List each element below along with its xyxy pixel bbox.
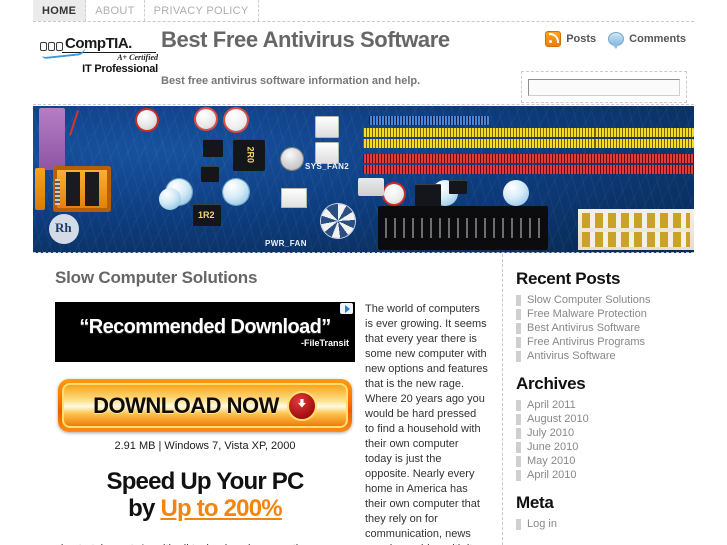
advertisement-block: “Recommended Download” -FileTransit DOWN…	[55, 302, 355, 522]
sidebar-link: Slow Computer Solutions	[527, 294, 651, 306]
sidebar-link: Free Malware Protection	[527, 308, 647, 320]
download-button-inner: DOWNLOAD NOW	[62, 383, 348, 428]
download-now-button[interactable]: DOWNLOAD NOW	[58, 379, 352, 432]
list-item[interactable]: Free Antivirus Programs	[516, 335, 694, 349]
sidebar-link: April 2011	[527, 399, 576, 411]
search-input[interactable]	[528, 78, 680, 96]
page-root: HOME ABOUT PRIVACY POLICY CompTIA. A+ Ce…	[0, 0, 727, 545]
list-item[interactable]: April 2011	[516, 398, 694, 412]
nav-item-home[interactable]: HOME	[33, 0, 87, 21]
bullet-square-icon	[516, 322, 521, 334]
list-item[interactable]: July 2010	[516, 426, 694, 440]
list-item[interactable]: Free Malware Protection	[516, 307, 694, 321]
bullet-square-icon	[516, 427, 521, 439]
bullet-square-icon	[516, 441, 521, 453]
comments-feed-link[interactable]: Comments	[608, 32, 686, 49]
site-tagline: Best free antivirus software information…	[161, 75, 421, 87]
posts-feed-link[interactable]: Posts	[545, 31, 596, 47]
sidebar-link: August 2010	[527, 413, 589, 425]
bullet-square-icon	[516, 399, 521, 411]
sidebar-link: May 2010	[527, 455, 576, 467]
speed-ad-line-1: Speed Up Your PC	[106, 468, 304, 495]
sidebar-link: June 2010	[527, 441, 579, 453]
post-title[interactable]: Slow Computer Solutions	[55, 268, 490, 288]
sidebar-link: Log in	[527, 518, 557, 530]
header-banner-image: 2R0 1R2 SYS_FAN2 PWR_FAN Rh	[33, 106, 694, 253]
bullet-square-icon	[516, 518, 521, 530]
nav-item-about[interactable]: ABOUT	[86, 0, 145, 21]
nav-item-privacy-policy[interactable]: PRIVACY POLICY	[145, 0, 259, 21]
list-item[interactable]: Antivirus Software	[516, 349, 694, 363]
rss-icon	[545, 31, 562, 47]
bullet-square-icon	[516, 308, 521, 320]
list-item[interactable]: June 2010	[516, 440, 694, 454]
comptia-logo: CompTIA. A+ Certified IT Professional	[40, 36, 158, 75]
site-header: CompTIA. A+ Certified IT Professional Be…	[33, 22, 694, 105]
sidebar-heading-meta: Meta	[516, 493, 554, 512]
sidebar-heading-recent-posts: Recent Posts	[516, 269, 621, 288]
sidebar-link: July 2010	[527, 427, 575, 439]
bullet-square-icon	[516, 455, 521, 467]
speed-ad-highlight: Up to 200%	[160, 495, 282, 522]
main-navigation: HOME ABOUT PRIVACY POLICY	[33, 0, 694, 22]
bullet-square-icon	[516, 350, 521, 362]
list-item[interactable]: Slow Computer Solutions	[516, 293, 694, 307]
speed-ad-prefix: by	[128, 495, 161, 522]
ad-banner[interactable]: “Recommended Download” -FileTransit	[55, 302, 355, 362]
speed-ad-line-2: by Up to 200%	[55, 495, 355, 522]
bullet-square-icon	[516, 294, 521, 306]
post-body: “Recommended Download” -FileTransit DOWN…	[45, 302, 490, 545]
sidebar-link: April 2010	[527, 469, 577, 481]
main-content: Slow Computer Solutions “Recommended Dow…	[33, 254, 503, 545]
download-meta-text: 2.91 MB | Windows 7, Vista XP, 2000	[114, 440, 296, 452]
sidebar-list-meta: Log in	[516, 517, 694, 531]
sidebar-list-archives: April 2011 August 2010 July 2010 June 20…	[516, 398, 694, 482]
comptia-logo-wordmark: CompTIA.	[40, 36, 158, 60]
adchoices-icon[interactable]	[340, 303, 353, 314]
comment-bubble-icon	[608, 32, 625, 49]
page-title[interactable]: Best Free Antivirus Software	[161, 28, 501, 51]
ad-headline: “Recommended Download”	[79, 316, 331, 338]
sidebar: Recent Posts Slow Computer Solutions Fre…	[504, 254, 694, 545]
download-button-label: DOWNLOAD NOW	[93, 392, 279, 418]
posts-feed-label: Posts	[566, 33, 597, 45]
feed-links: Posts Comments	[545, 31, 686, 49]
list-item[interactable]: April 2010	[516, 468, 694, 482]
sidebar-link: Free Antivirus Programs	[527, 336, 645, 348]
bullet-square-icon	[516, 336, 521, 348]
list-item[interactable]: May 2010	[516, 454, 694, 468]
ad-attribution: -FileTransit	[300, 338, 349, 348]
list-item[interactable]: Best Antivirus Software	[516, 321, 694, 335]
search-widget	[521, 71, 687, 103]
sidebar-link: Antivirus Software	[527, 350, 616, 362]
download-arrow-icon	[286, 390, 317, 421]
list-item[interactable]: August 2010	[516, 412, 694, 426]
speed-up-ad[interactable]: Speed Up Your PC by Up to 200%	[55, 468, 355, 522]
bullet-square-icon	[516, 469, 521, 481]
sidebar-heading-archives: Archives	[516, 374, 586, 393]
comptia-role-text: IT Professional	[82, 63, 158, 75]
comments-feed-label: Comments	[629, 33, 686, 45]
bullet-square-icon	[516, 413, 521, 425]
sidebar-link: Best Antivirus Software	[527, 322, 641, 334]
sidebar-list-recent-posts: Slow Computer Solutions Free Malware Pro…	[516, 293, 694, 363]
list-item[interactable]: Log in	[516, 517, 694, 531]
